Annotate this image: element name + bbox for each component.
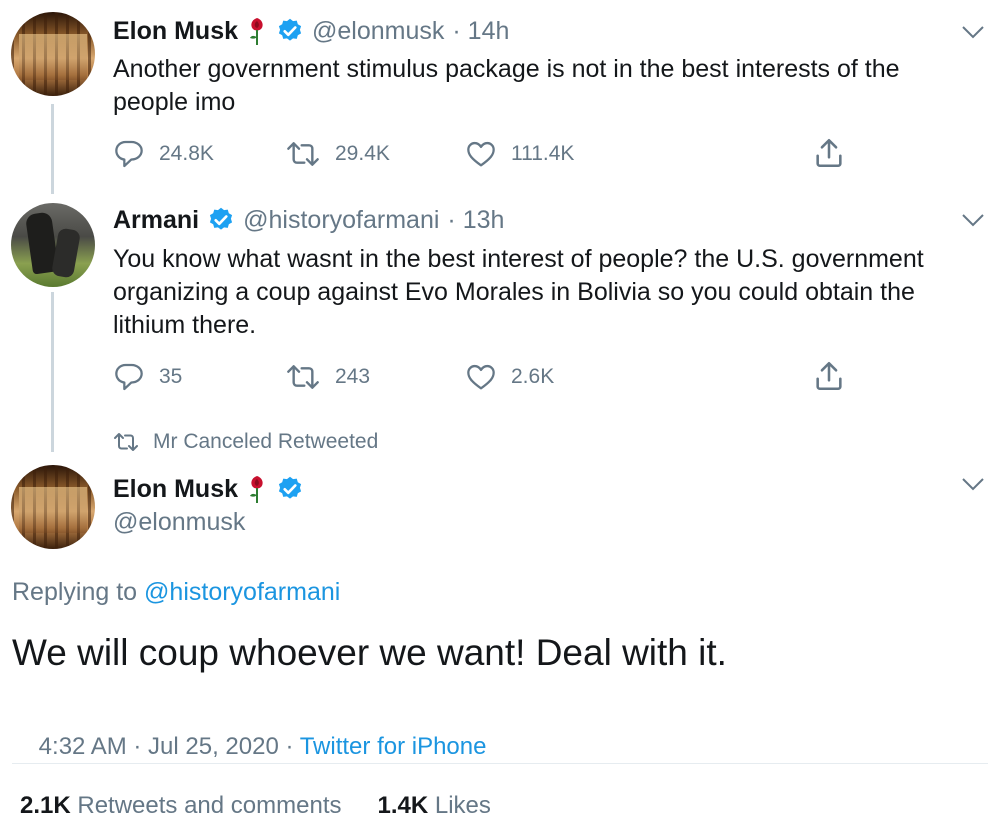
tweet-text-line: lithium there.	[113, 311, 257, 339]
avatar[interactable]	[11, 12, 95, 96]
reply-icon	[115, 140, 143, 168]
avatar[interactable]	[11, 203, 95, 287]
likes-stat[interactable]: 1.4K Likes	[378, 792, 491, 820]
verified-badge-icon	[210, 207, 233, 230]
reply-button[interactable]: 35	[113, 361, 182, 393]
divider	[12, 763, 988, 764]
author-name[interactable]: Armani	[113, 206, 199, 235]
chevron-down-icon[interactable]	[960, 212, 986, 228]
reply-button[interactable]: 24.8K	[113, 138, 214, 170]
tweet-time[interactable]: · 13h	[447, 206, 504, 235]
tweet-text: You know what wasnt in the best interest…	[113, 243, 983, 342]
replying-to-handle-link[interactable]: @historyofarmani	[144, 578, 340, 606]
verified-badge-icon	[278, 476, 302, 499]
likes-count: 1.4K	[377, 792, 429, 819]
tweet-meta: 4:32 AM · Jul 25, 2020 · Twitter for iPh…	[12, 705, 487, 789]
tweet-text-line: organizing a coup against Evo Morales in…	[113, 278, 915, 306]
retweet-button[interactable]: 29.4K	[285, 138, 390, 170]
tweet-text-line: people imo	[113, 88, 236, 116]
reply-count: 24.8K	[159, 142, 214, 165]
retweet-count: 29.4K	[335, 142, 390, 165]
verified-badge-icon	[278, 18, 302, 41]
share-button[interactable]	[812, 359, 846, 393]
share-button[interactable]	[812, 136, 846, 170]
retweet-icon	[287, 142, 319, 166]
share-icon	[816, 361, 842, 391]
tweet-stats: 2.1K Retweets and comments 1.4K Likes	[20, 792, 491, 820]
share-icon	[816, 138, 842, 168]
replying-to-label: Replying to	[12, 578, 145, 606]
retweet-icon	[287, 365, 319, 389]
thread-line	[51, 292, 54, 452]
chevron-down-icon[interactable]	[960, 476, 986, 492]
tweet-text-line: Another government stimulus package is n…	[113, 55, 900, 83]
author-handle[interactable]: @elonmusk	[113, 508, 245, 537]
tweet-timestamp[interactable]: 4:32 AM · Jul 25, 2020 ·	[39, 733, 300, 760]
tweet-header: Elon Musk @elonmusk · 14h	[113, 14, 509, 48]
likes-label: Likes	[434, 792, 491, 819]
author-handle[interactable]: @historyofarmani	[243, 206, 439, 235]
rose-emoji-icon	[250, 18, 263, 45]
like-button[interactable]: 2.6K	[465, 361, 554, 393]
retweet-context-label: Mr Canceled Retweeted	[153, 430, 379, 453]
retweet-button[interactable]: 243	[285, 361, 370, 393]
author-name[interactable]: Elon Musk	[113, 475, 238, 504]
reply-icon	[115, 363, 143, 391]
like-count: 111.4K	[511, 142, 575, 165]
retweet-icon	[114, 433, 138, 451]
tweet-header: Elon Musk	[113, 472, 304, 506]
tweet-header: Armani @historyofarmani · 13h	[113, 203, 504, 237]
avatar[interactable]	[11, 465, 95, 549]
retweet-context[interactable]: Mr Canceled Retweeted	[113, 430, 378, 454]
author-name[interactable]: Elon Musk	[113, 17, 238, 46]
retweet-count: 243	[335, 365, 371, 388]
main-tweet-text: We will coup whoever we want! Deal with …	[12, 632, 727, 673]
like-count: 2.6K	[511, 365, 555, 388]
chevron-down-icon[interactable]	[960, 24, 986, 40]
author-handle[interactable]: @elonmusk	[312, 17, 444, 46]
like-button[interactable]: 111.4K	[465, 138, 574, 170]
reply-count: 35	[159, 365, 183, 388]
replying-to: Replying to @historyofarmani	[12, 578, 340, 607]
thread-line	[51, 104, 54, 194]
retweets-label: Retweets and comments	[77, 792, 342, 819]
tweet-source-link[interactable]: Twitter for iPhone	[300, 733, 487, 760]
rose-emoji-icon	[250, 476, 263, 503]
heart-icon	[467, 141, 495, 167]
heart-icon	[467, 364, 495, 390]
retweets-count: 2.1K	[20, 792, 71, 819]
tweet-text-line: You know what wasnt in the best interest…	[113, 245, 924, 273]
retweets-stat[interactable]: 2.1K Retweets and comments	[20, 792, 342, 820]
tweet-text: Another government stimulus package is n…	[113, 53, 973, 119]
tweet-time[interactable]: · 14h	[452, 17, 509, 46]
